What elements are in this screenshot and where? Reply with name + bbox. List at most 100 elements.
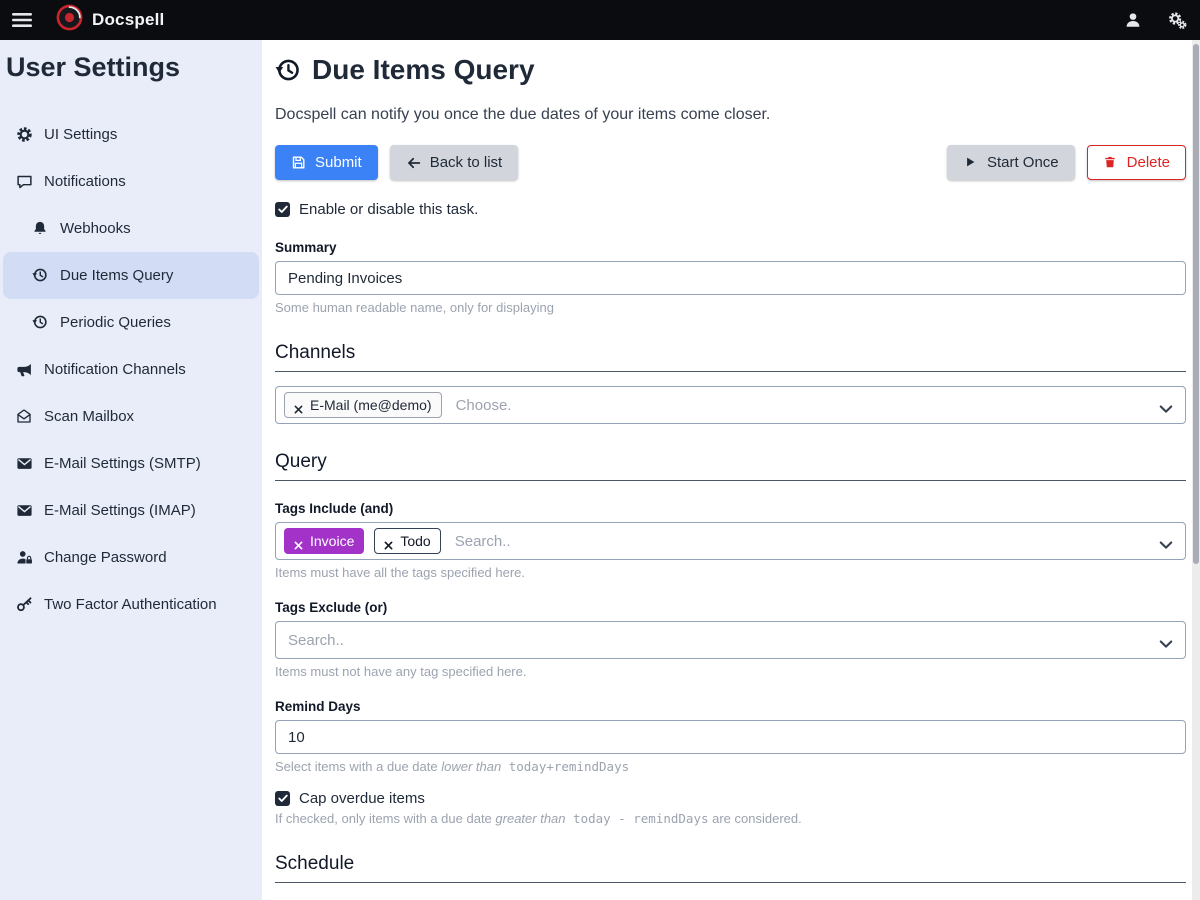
sidebar-item-ui-settings[interactable]: UI Settings	[0, 111, 262, 158]
cap-overdue-hint: If checked, only items with a due date g…	[275, 811, 1186, 826]
topbar: Docspell	[0, 0, 1200, 40]
play-icon	[963, 155, 978, 170]
history-icon	[32, 314, 50, 332]
tags-include-label: Tags Include (and)	[275, 501, 1186, 516]
sidebar-item-notification-channels[interactable]: Notification Channels	[0, 346, 262, 393]
back-to-list-button[interactable]: Back to list	[390, 145, 519, 180]
submit-button[interactable]: Submit	[275, 145, 378, 180]
start-once-button[interactable]: Start Once	[947, 145, 1075, 180]
settings-cogs-icon[interactable]	[1168, 11, 1186, 29]
remove-chip-icon[interactable]	[384, 537, 393, 546]
envelope-icon	[16, 502, 34, 520]
tags-include-select[interactable]: Invoice Todo Search..	[275, 522, 1186, 560]
comment-icon	[16, 173, 34, 191]
page-title-text: Due Items Query	[312, 54, 535, 86]
sidebar-item-notifications[interactable]: Notifications	[0, 158, 262, 205]
chevron-down-icon[interactable]	[1159, 636, 1173, 645]
trash-icon	[1103, 155, 1118, 170]
scrollbar[interactable]	[1192, 40, 1200, 900]
sidebar-nav: UI Settings Notifications Webhooks Due I…	[0, 111, 262, 628]
sidebar-item-email-smtp[interactable]: E-Mail Settings (SMTP)	[0, 440, 262, 487]
tags-include-hint: Items must have all the tags specified h…	[275, 565, 1186, 580]
sidebar-item-periodic-queries[interactable]: Periodic Queries	[0, 299, 262, 346]
sidebar-item-email-imap[interactable]: E-Mail Settings (IMAP)	[0, 487, 262, 534]
sidebar-item-scan-mailbox[interactable]: Scan Mailbox	[0, 393, 262, 440]
summary-label: Summary	[275, 240, 1186, 255]
bell-icon	[32, 220, 50, 238]
enable-task-checkbox[interactable]	[275, 202, 290, 217]
docspell-logo-icon	[56, 4, 83, 36]
tags-exclude-select[interactable]: Search..	[275, 621, 1186, 659]
action-bar-right: Start Once Delete	[947, 145, 1186, 180]
sidebar-item-label: Scan Mailbox	[44, 406, 134, 427]
channels-placeholder: Choose.	[452, 397, 512, 414]
envelope-icon	[16, 455, 34, 473]
sidebar-item-label: UI Settings	[44, 124, 117, 145]
action-bar-left: Submit Back to list	[275, 145, 518, 180]
bullhorn-icon	[16, 361, 34, 379]
sidebar-item-label: Change Password	[44, 547, 167, 568]
delete-button[interactable]: Delete	[1087, 145, 1186, 180]
chevron-down-icon[interactable]	[1159, 537, 1173, 546]
channels-heading: Channels	[275, 342, 1186, 372]
sidebar-item-webhooks[interactable]: Webhooks	[0, 205, 262, 252]
user-lock-icon	[16, 549, 34, 567]
tags-exclude-placeholder: Search..	[284, 632, 344, 649]
channel-chip[interactable]: E-Mail (me@demo)	[284, 392, 442, 418]
cap-overdue-row: Cap overdue items	[275, 790, 1186, 807]
summary-input[interactable]	[275, 261, 1186, 295]
sidebar-item-two-factor[interactable]: Two Factor Authentication	[0, 581, 262, 628]
tag-chip-invoice[interactable]: Invoice	[284, 528, 364, 554]
cap-overdue-label: Cap overdue items	[299, 790, 425, 807]
remind-days-input[interactable]	[275, 720, 1186, 754]
chevron-down-icon[interactable]	[1159, 401, 1173, 410]
start-once-label: Start Once	[987, 154, 1059, 171]
sidebar-item-change-password[interactable]: Change Password	[0, 534, 262, 581]
main-content: Due Items Query Docspell can notify you …	[262, 40, 1192, 900]
page-title: Due Items Query	[275, 54, 1186, 86]
sidebar-item-label: E-Mail Settings (IMAP)	[44, 500, 196, 521]
tags-exclude-hint: Items must not have any tag specified he…	[275, 664, 1186, 679]
tag-chip-todo[interactable]: Todo	[374, 528, 440, 554]
gear-icon	[16, 126, 34, 144]
hamburger-menu-icon[interactable]	[12, 11, 34, 29]
action-bar: Submit Back to list Start Once Delete	[275, 145, 1186, 180]
back-button-label: Back to list	[430, 154, 503, 171]
brand-name: Docspell	[92, 10, 164, 30]
user-account-icon[interactable]	[1124, 11, 1142, 29]
sidebar-title: User Settings	[6, 52, 262, 83]
brand[interactable]: Docspell	[56, 4, 164, 36]
sidebar-item-label: Notification Channels	[44, 359, 186, 380]
remind-days-label: Remind Days	[275, 699, 1186, 714]
key-icon	[16, 596, 34, 614]
remove-chip-icon[interactable]	[294, 537, 303, 546]
submit-button-label: Submit	[315, 154, 362, 171]
channel-chip-label: E-Mail (me@demo)	[310, 397, 432, 413]
envelope-open-icon	[16, 408, 34, 426]
sidebar-item-label: Two Factor Authentication	[44, 594, 217, 615]
sidebar-item-due-items-query[interactable]: Due Items Query	[3, 252, 259, 299]
arrow-left-icon	[406, 155, 421, 170]
sidebar-item-label: Due Items Query	[60, 265, 173, 286]
enable-task-row: Enable or disable this task.	[275, 201, 1186, 218]
history-icon	[32, 267, 50, 285]
sidebar-item-label: Notifications	[44, 171, 126, 192]
delete-button-label: Delete	[1127, 154, 1170, 171]
tags-include-placeholder: Search..	[451, 533, 511, 550]
scrollbar-thumb[interactable]	[1193, 44, 1199, 564]
sidebar-item-label: Webhooks	[60, 218, 131, 239]
sidebar: User Settings UI Settings Notifications …	[0, 40, 262, 900]
tags-exclude-label: Tags Exclude (or)	[275, 600, 1186, 615]
intro-text: Docspell can notify you once the due dat…	[275, 106, 1186, 124]
cap-overdue-checkbox[interactable]	[275, 791, 290, 806]
topbar-right	[1124, 11, 1186, 29]
schedule-heading: Schedule	[275, 853, 1186, 883]
remove-chip-icon[interactable]	[294, 401, 303, 410]
channels-select[interactable]: E-Mail (me@demo) Choose.	[275, 386, 1186, 424]
sidebar-item-label: E-Mail Settings (SMTP)	[44, 453, 201, 474]
summary-hint: Some human readable name, only for displ…	[275, 300, 1186, 315]
save-icon	[291, 155, 306, 170]
sidebar-item-label: Periodic Queries	[60, 312, 171, 333]
remind-days-hint: Select items with a due date lower than …	[275, 759, 1186, 774]
tag-chip-label: Invoice	[310, 533, 354, 549]
